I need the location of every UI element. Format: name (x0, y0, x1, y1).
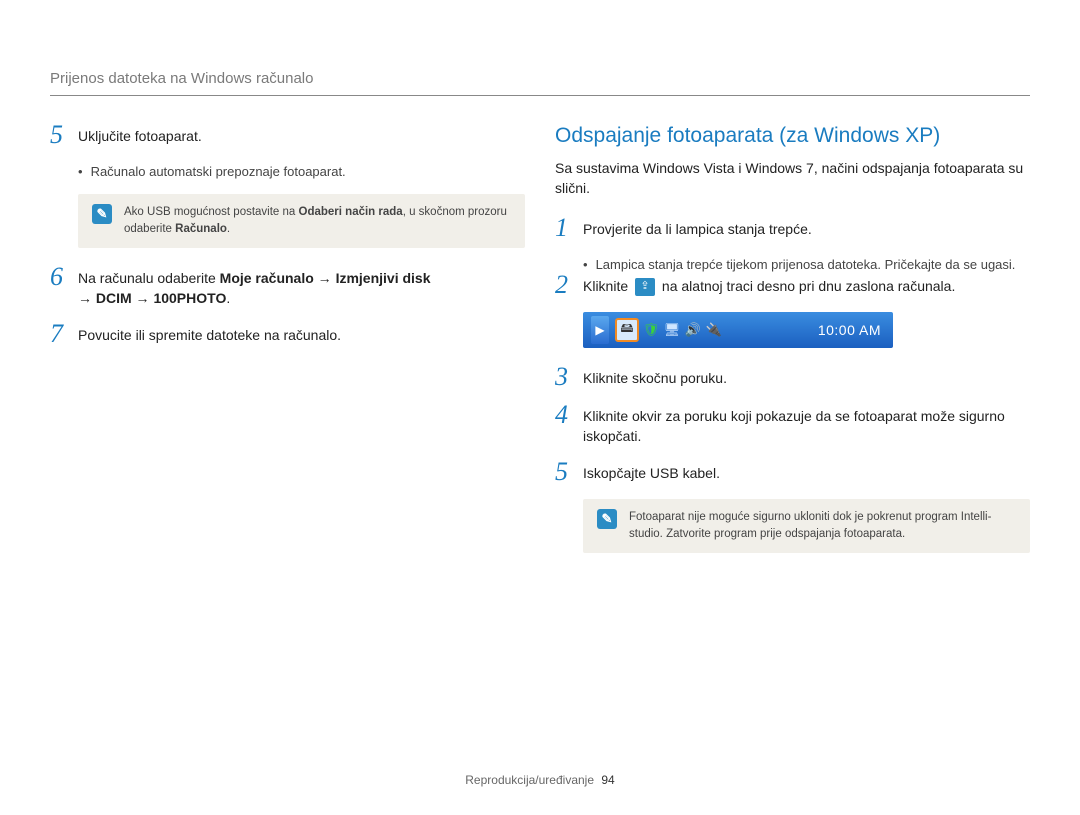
note-box-left: ✎ Ako USB mogućnost postavite na Odaberi… (78, 194, 525, 249)
step-number: 2 (555, 272, 583, 298)
step-7: 7 Povucite ili spremite datoteke na raču… (50, 323, 525, 347)
step-r4: 4 Kliknite okvir za poruku koji pokazuje… (555, 404, 1030, 447)
taskbar-screenshot: ▶ 🖴 🛡 🖥 🔊 🔌 10:00 AM (583, 312, 893, 348)
left-column: 5 Uključite fotoaparat. • Računalo autom… (50, 124, 525, 571)
s2-post: na alatnoj traci desno pri dnu zaslona r… (658, 278, 955, 294)
step-text: Provjerite da li lampica stanja trepće. (583, 217, 1030, 239)
step-text: Kliknite ⇪ na alatnoj traci desno pri dn… (583, 274, 1030, 296)
step-number: 1 (555, 215, 583, 241)
s6-a2: → (78, 290, 96, 306)
s6-b2: Izmjenjivi disk (336, 270, 431, 286)
shield-icon: 🛡 (643, 322, 659, 338)
bullet-text: Računalo automatski prepoznaje fotoapara… (91, 162, 346, 182)
step-r1: 1 Provjerite da li lampica stanja trepće… (555, 217, 1030, 241)
s6-b4: 100PHOTO (153, 290, 226, 306)
step-number: 6 (50, 264, 78, 290)
note-text: Fotoaparat nije moguće sigurno ukloniti … (629, 509, 1016, 544)
s6-pre: Na računalu odaberite (78, 270, 220, 286)
volume-icon: 🔊 (685, 322, 701, 338)
note-icon: ✎ (597, 509, 617, 529)
bullet-text: Lampica stanja trepće tijekom prijenosa … (596, 255, 1016, 275)
s6-a3: → (132, 290, 154, 306)
page-header: Prijenos datoteka na Windows računalo (50, 70, 1030, 87)
safely-remove-highlighted-icon: 🖴 (615, 318, 639, 342)
bullet-dot: • (583, 255, 588, 275)
step-number: 3 (555, 364, 583, 390)
page-footer: Reprodukcija/uređivanje 94 (0, 773, 1080, 787)
network-icon: 🖥 (664, 322, 680, 338)
step-text: Na računalu odaberite Moje računalo → Iz… (78, 266, 525, 309)
safely-remove-icon: ⇪ (635, 278, 655, 296)
note-bold1: Odaberi način rada (299, 206, 403, 218)
content-columns: 5 Uključite fotoaparat. • Računalo autom… (50, 124, 1030, 571)
step-5: 5 Uključite fotoaparat. (50, 124, 525, 148)
s6-a1: → (314, 270, 336, 286)
step-text: Kliknite skočnu poruku. (583, 366, 1030, 388)
step-text: Kliknite okvir za poruku koji pokazuje d… (583, 404, 1030, 447)
step-number: 7 (50, 321, 78, 347)
s6-suffix: . (226, 290, 230, 306)
step-r5: 5 Iskopčajte USB kabel. (555, 461, 1030, 485)
section-intro: Sa sustavima Windows Vista i Windows 7, … (555, 158, 1030, 199)
note-bold2: Računalo (175, 223, 227, 235)
taskbar-expand-icon: ▶ (591, 316, 609, 344)
note-pre: Ako USB mogućnost postavite na (124, 206, 299, 218)
right-column: Odspajanje fotoaparata (za Windows XP) S… (555, 124, 1030, 571)
bullet-dot: • (78, 162, 83, 182)
page-number: 94 (601, 773, 614, 787)
note-icon: ✎ (92, 204, 112, 224)
step-number: 5 (555, 459, 583, 485)
s6-b3: DCIM (96, 290, 132, 306)
power-icon: 🔌 (706, 322, 722, 338)
s2-pre: Kliknite (583, 278, 632, 294)
step-text: Povucite ili spremite datoteke na računa… (78, 323, 525, 345)
note-suffix: . (227, 223, 230, 235)
note-box-right: ✎ Fotoaparat nije moguće sigurno uklonit… (583, 499, 1030, 554)
step-number: 4 (555, 402, 583, 428)
section-title: Odspajanje fotoaparata (za Windows XP) (555, 124, 1030, 148)
note-text: Ako USB mogućnost postavite na Odaberi n… (124, 204, 511, 239)
taskbar-clock: 10:00 AM (818, 322, 885, 338)
step-r3: 3 Kliknite skočnu poruku. (555, 366, 1030, 390)
step-text: Uključite fotoaparat. (78, 124, 525, 146)
footer-label: Reprodukcija/uređivanje (465, 773, 594, 787)
tray-icons: 🛡 🖥 🔊 🔌 (643, 322, 722, 338)
step-text: Iskopčajte USB kabel. (583, 461, 1030, 483)
step-r1-bullet: • Lampica stanja trepće tijekom prijenos… (583, 255, 1030, 275)
step-6: 6 Na računalu odaberite Moje računalo → … (50, 266, 525, 309)
header-rule (50, 95, 1030, 96)
step-5-bullet: • Računalo automatski prepoznaje fotoapa… (78, 162, 525, 182)
step-r2: 2 Kliknite ⇪ na alatnoj traci desno pri … (555, 274, 1030, 298)
s6-b1: Moje računalo (220, 270, 314, 286)
step-number: 5 (50, 122, 78, 148)
